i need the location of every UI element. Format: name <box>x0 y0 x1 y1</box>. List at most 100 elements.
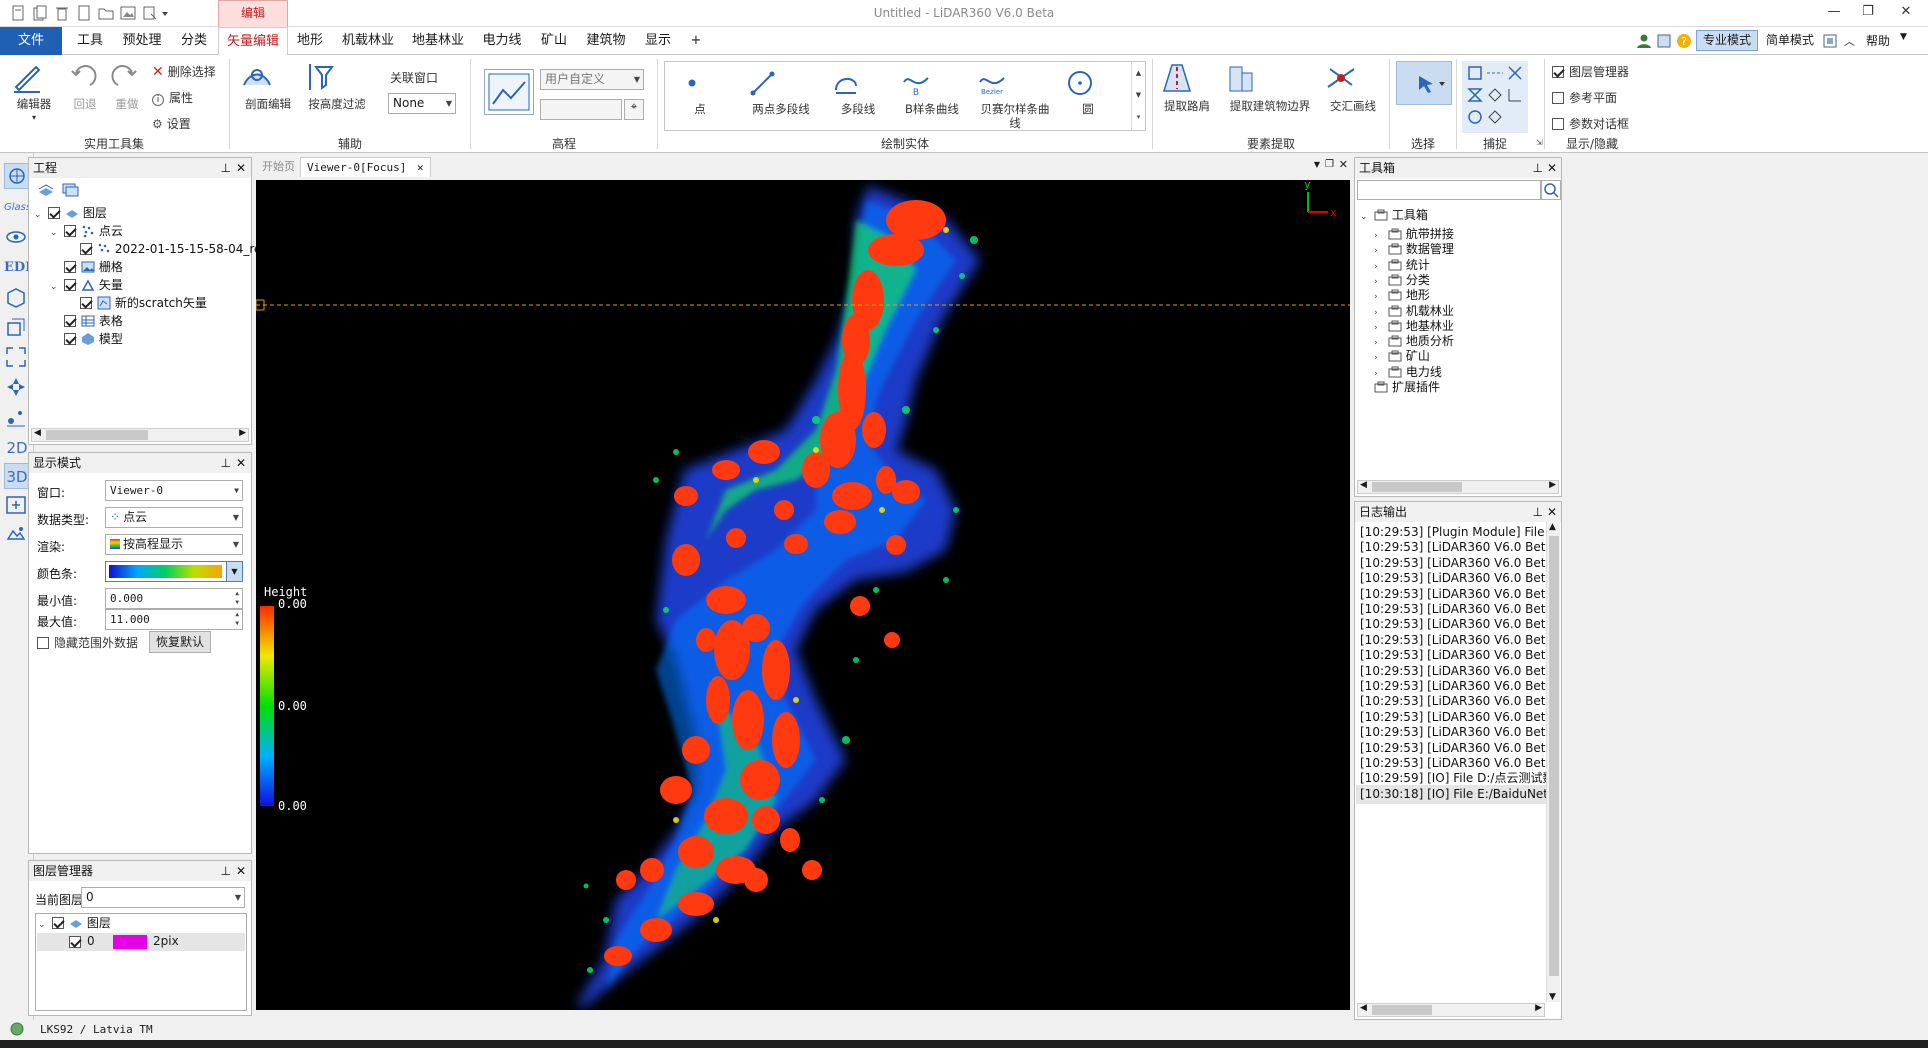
pin-icon[interactable]: ⊥ <box>1533 502 1543 522</box>
menu-als-forestry[interactable]: 机载林业 <box>338 27 398 55</box>
tree-node-vector[interactable]: ⌄ 矢量 <box>50 276 123 295</box>
snap-endpoint-icon[interactable] <box>1466 65 1484 81</box>
tree-checkbox[interactable] <box>63 225 76 237</box>
draw-bezier-button[interactable]: Bezier 贝赛尔样条曲线 <box>977 68 1053 130</box>
undo-button[interactable]: 回退 <box>68 61 102 111</box>
elevation-value-input[interactable] <box>540 99 622 120</box>
simple-mode-button[interactable]: 简单模式 <box>1764 30 1816 51</box>
toggle-param-dialog[interactable]: 参数对话框 <box>1552 117 1629 131</box>
license-icon[interactable] <box>1656 33 1672 49</box>
layer-stack-icon[interactable] <box>37 182 55 198</box>
close-icon[interactable]: ✕ <box>1547 158 1557 178</box>
restore-button[interactable]: ❐ <box>1858 3 1878 21</box>
close-icon[interactable]: ✕ <box>236 158 246 178</box>
max-value-input[interactable]: 11.000 ▲ ▼ <box>105 609 243 630</box>
reset-default-button[interactable]: 恢复默认 <box>149 631 211 653</box>
draw-two-point-polyline-button[interactable]: 两点多段线 <box>747 68 815 116</box>
layer-root-checkbox[interactable] <box>51 917 64 929</box>
chevron-down-icon[interactable]: ⌄ <box>34 206 44 225</box>
settings-button[interactable]: ⚙ 设置 <box>152 117 191 131</box>
menu-preprocess[interactable]: 预处理 <box>118 27 166 55</box>
close-icon[interactable]: ✕ <box>236 861 246 881</box>
toolbox-root[interactable]: ⌄ 工具箱 <box>1360 206 1428 225</box>
rotate-center-icon[interactable] <box>4 375 30 401</box>
chevron-down-icon[interactable]: ⌄ <box>50 278 60 297</box>
reference-plane-checkbox[interactable] <box>1552 92 1564 104</box>
current-layer-combo[interactable]: 0 ▼ <box>81 887 245 908</box>
menu-display[interactable]: 显示 <box>640 27 676 55</box>
editor-button[interactable]: 编辑器 ▾ <box>10 61 58 125</box>
tree-checkbox[interactable] <box>63 315 76 327</box>
layer-row[interactable]: 0 2pix <box>37 933 245 951</box>
view-3d-button[interactable]: 3D <box>4 463 30 489</box>
view-2d-button[interactable]: 2D <box>4 435 30 461</box>
camera-view-icon[interactable] <box>4 523 30 549</box>
close-icon[interactable]: ✕ <box>1339 158 1348 171</box>
pick-elevation-button[interactable]: ⌖ <box>624 99 644 120</box>
draw-bspline-button[interactable]: B B样条曲线 <box>901 68 963 116</box>
log-vscrollbar[interactable]: ▲ ▼ <box>1546 522 1560 1002</box>
colorbar-combo[interactable]: ▼ <box>105 561 243 582</box>
profile-edit-button[interactable]: 剖面编辑 <box>240 61 296 111</box>
collapse-ribbon-icon[interactable]: ︿ <box>1844 33 1856 49</box>
tab-viewer-0[interactable]: Viewer-0[Focus] ✕ <box>300 157 431 177</box>
menu-terrain[interactable]: 地形 <box>292 27 328 55</box>
user-icon[interactable] <box>1636 33 1652 49</box>
glass-mode-button[interactable]: Glass <box>4 195 31 221</box>
select-tool-button[interactable] <box>1396 61 1452 105</box>
layout-icon[interactable] <box>1822 33 1838 49</box>
menu-powerline[interactable]: 电力线 <box>478 27 526 55</box>
help-menu[interactable]: 帮助 <box>1866 32 1896 50</box>
snap-center-icon[interactable] <box>1466 109 1484 125</box>
tree-checkbox[interactable] <box>63 261 76 273</box>
toolbox-plugins[interactable]: 扩展插件 <box>1374 378 1440 397</box>
datatype-combo[interactable]: ⁘ 点云 ▼ <box>105 507 243 528</box>
point-size-icon[interactable] <box>4 405 30 431</box>
elevation-profile-button[interactable] <box>484 69 534 115</box>
log-hscrollbar[interactable]: ◀ ▶ <box>1357 1003 1545 1017</box>
cube-view-icon[interactable] <box>4 285 30 311</box>
tab-start-page[interactable]: 开始页 <box>256 157 301 177</box>
render-combo[interactable]: 按高程显示 ▼ <box>105 534 243 555</box>
tree-node-layers[interactable]: ⌄ 图层 <box>34 204 107 223</box>
add-viewer-icon[interactable] <box>4 493 30 519</box>
tree-node-table[interactable]: 表格 <box>50 312 123 331</box>
toolbox-search-input[interactable] <box>1357 180 1541 200</box>
toolbox-hscrollbar[interactable]: ◀ ▶ <box>1357 480 1559 494</box>
layer-color-swatch[interactable] <box>113 935 147 949</box>
tree-node-raster[interactable]: 栅格 <box>50 258 123 277</box>
chevron-down-icon[interactable]: ⌄ <box>50 224 60 243</box>
layer-manager-checkbox[interactable] <box>1552 66 1564 78</box>
link-window-combo[interactable]: None ▼ <box>388 93 456 114</box>
draw-point-button[interactable]: 点 <box>677 68 723 116</box>
tree-checkbox[interactable] <box>79 243 92 255</box>
elevation-mode-combo[interactable]: 用户自定义 ▼ <box>540 69 644 90</box>
fit-view-icon[interactable] <box>4 345 30 371</box>
minimize-button[interactable]: — <box>1824 3 1844 21</box>
menu-add-tab[interactable]: + <box>686 27 706 55</box>
intersection-line-button[interactable]: 交汇画线 <box>1324 61 1382 113</box>
window-stack-icon[interactable] <box>61 182 79 198</box>
search-icon[interactable] <box>1541 180 1561 200</box>
snap-intersection-icon[interactable] <box>1506 65 1524 81</box>
close-window-button[interactable]: ✕ <box>1896 3 1916 21</box>
snap-vertex-icon[interactable] <box>1486 109 1504 125</box>
draw-polyline-button[interactable]: 多段线 <box>831 68 885 116</box>
properties-button[interactable]: i 属性 <box>152 91 193 106</box>
menu-tools[interactable]: 工具 <box>72 27 108 55</box>
box-select-icon[interactable] <box>4 315 30 341</box>
tab-list-icon[interactable]: ▼ <box>1314 160 1320 169</box>
help-circle-icon[interactable]: ? <box>1676 33 1692 49</box>
menu-mine[interactable]: 矿山 <box>536 27 572 55</box>
param-dialog-checkbox[interactable] <box>1552 118 1564 130</box>
height-filter-button[interactable]: 按高度过滤 <box>302 61 372 111</box>
pin-icon[interactable]: ⊥ <box>1533 158 1543 178</box>
toggle-layer-manager[interactable]: 图层管理器 <box>1552 65 1629 79</box>
snap-midpoint-icon[interactable] <box>1486 65 1504 81</box>
tree-checkbox[interactable] <box>63 333 76 345</box>
float-icon[interactable]: ❐ <box>1325 159 1334 170</box>
hide-out-of-range-checkbox[interactable] <box>37 637 49 649</box>
snap-settings-launcher-icon[interactable]: ⇲ <box>1536 138 1543 147</box>
project-hscrollbar[interactable]: ◀ ▶ <box>31 428 249 442</box>
snap-perpendicular-icon[interactable] <box>1466 87 1484 103</box>
